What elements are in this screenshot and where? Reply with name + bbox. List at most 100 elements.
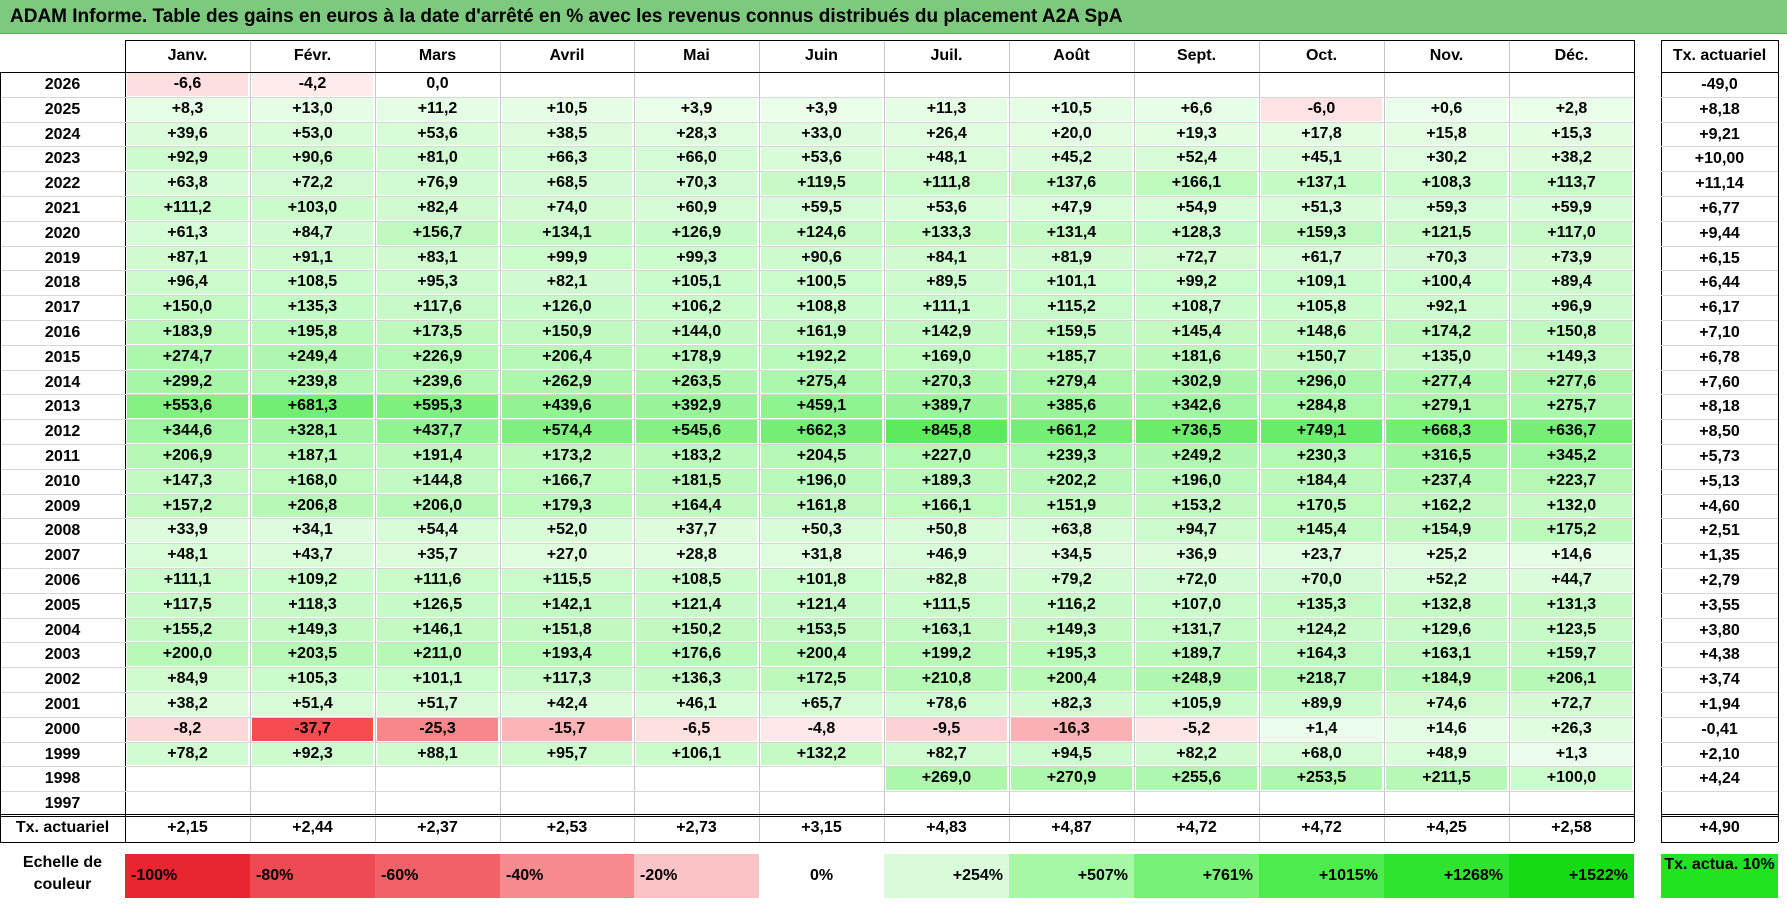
- table-cell: +210,8: [886, 668, 1007, 691]
- table-cell: +15,8: [1386, 122, 1507, 146]
- year-label: 1998: [44, 770, 81, 788]
- grid-line: [0, 419, 1634, 421]
- table-cell: +163,1: [886, 618, 1007, 642]
- table-cell: +96,9: [1511, 296, 1632, 319]
- grid-line: [1661, 592, 1778, 594]
- year-label: 2023: [44, 150, 81, 168]
- table-cell: +31,8: [761, 544, 882, 567]
- table-cell: +392,9: [636, 395, 757, 419]
- table-cell: +94,5: [1011, 742, 1132, 766]
- grid-line: [634, 40, 635, 842]
- table-cell: +63,8: [127, 172, 248, 195]
- table-cell: +681,3: [252, 395, 373, 419]
- table-cell: +51,7: [377, 693, 498, 716]
- table-cell: +60,9: [636, 197, 757, 220]
- grid-line: [1661, 468, 1778, 470]
- month-header: Mars: [418, 47, 457, 64]
- table-cell: +169,0: [886, 345, 1007, 369]
- grid-line: [0, 741, 1634, 743]
- table-cell: +44,7: [1511, 569, 1632, 592]
- table-cell: +38,2: [127, 693, 248, 716]
- table-cell: +48,9: [1386, 742, 1507, 766]
- table-cell: +248,9: [1136, 668, 1257, 691]
- table-cell: +54,4: [377, 519, 498, 543]
- table-cell: +106,1: [636, 742, 757, 766]
- table-cell: +34,1: [252, 519, 373, 543]
- grid-line: [1661, 568, 1778, 569]
- table-cell: +131,4: [1011, 221, 1132, 245]
- table-cell: +230,3: [1261, 445, 1382, 468]
- table-cell: +227,0: [886, 445, 1007, 468]
- table-cell: +27,0: [502, 544, 632, 567]
- table-cell: +172,5: [761, 668, 882, 691]
- tx-cell: +4,24: [1699, 770, 1740, 788]
- table-cell: +46,9: [886, 544, 1007, 567]
- grid-line: [0, 617, 1634, 619]
- table-cell: +137,6: [1011, 172, 1132, 195]
- table-cell: +183,9: [127, 321, 248, 344]
- table-cell: +53,6: [886, 197, 1007, 220]
- table-cell: +88,1: [377, 742, 498, 766]
- year-label: 2001: [44, 696, 81, 713]
- grid-line: [0, 642, 1634, 644]
- table-cell: +145,4: [1261, 519, 1382, 543]
- table-cell: [502, 767, 632, 790]
- table-cell: +173,2: [502, 445, 632, 468]
- year-label: 2024: [44, 125, 81, 143]
- table-cell: +126,0: [502, 296, 632, 319]
- table-cell: +164,3: [1261, 643, 1382, 667]
- table-cell: +84,1: [886, 246, 1007, 270]
- grid-line: [759, 40, 760, 842]
- footer-cell: +4,72: [1176, 819, 1217, 836]
- tx-cell: +8,50: [1699, 423, 1740, 441]
- grid-line: [0, 667, 1634, 669]
- table-cell: +28,3: [636, 122, 757, 146]
- table-cell: +52,0: [502, 519, 632, 543]
- table-cell: +223,7: [1511, 469, 1632, 493]
- color-scale-swatch: -100%: [125, 854, 250, 898]
- grid-line: [0, 96, 1634, 98]
- table-cell: +52,2: [1386, 569, 1507, 592]
- table-cell: +144,8: [377, 469, 498, 493]
- table-cell: +50,3: [761, 519, 882, 543]
- table-cell: [1386, 792, 1507, 815]
- table-cell: +43,7: [252, 544, 373, 567]
- table-cell: [502, 792, 632, 815]
- table-cell: +33,9: [127, 519, 248, 543]
- table-cell: +206,4: [502, 345, 632, 369]
- grid-line: [1661, 344, 1778, 346]
- month-header: Sept.: [1176, 47, 1217, 64]
- tx-cell: +8,18: [1699, 100, 1740, 118]
- grid-line: [0, 791, 1634, 793]
- table-cell: +144,0: [636, 321, 757, 344]
- table-cell: +284,8: [1261, 395, 1382, 419]
- table-cell: +249,2: [1136, 445, 1257, 468]
- table-cell: [761, 792, 882, 815]
- table-cell: +736,5: [1136, 420, 1257, 443]
- table-cell: +11,2: [377, 97, 498, 121]
- table-cell: +146,1: [377, 618, 498, 642]
- month-header: Janv.: [167, 47, 208, 64]
- table-cell: +33,0: [761, 122, 882, 146]
- grid-line: [1661, 444, 1778, 445]
- table-cell: +11,3: [886, 97, 1007, 121]
- table-cell: +159,3: [1261, 221, 1382, 245]
- year-label: 2008: [44, 522, 81, 540]
- table-cell: +437,7: [377, 420, 498, 443]
- table-cell: +385,6: [1011, 395, 1132, 419]
- table-cell: +845,8: [886, 420, 1007, 443]
- year-label: 2025: [44, 100, 81, 118]
- tx-cell: +5,13: [1699, 472, 1740, 490]
- footer-cell: +2,15: [167, 819, 208, 836]
- table-cell: +199,2: [886, 643, 1007, 667]
- grid-line: [1661, 196, 1778, 197]
- table-cell: +13,0: [252, 97, 373, 121]
- footer-cell: +4,72: [1301, 819, 1342, 836]
- table-cell: -5,2: [1136, 717, 1257, 741]
- table-cell: +121,5: [1386, 221, 1507, 245]
- table-cell: [502, 73, 632, 96]
- tx-cell: +9,44: [1699, 224, 1740, 242]
- table-cell: +99,2: [1136, 271, 1257, 295]
- table-cell: -6,6: [127, 73, 248, 96]
- color-scale-swatch: +1522%: [1509, 854, 1634, 898]
